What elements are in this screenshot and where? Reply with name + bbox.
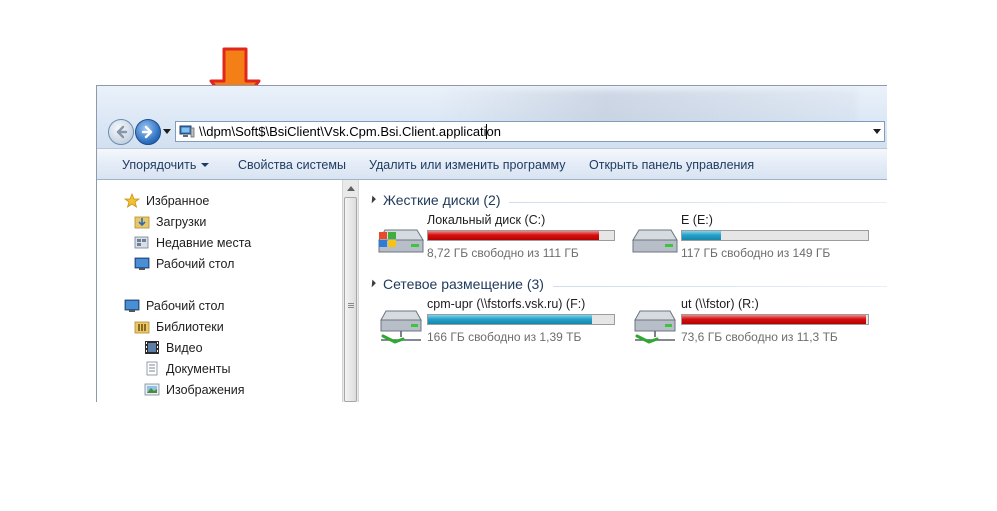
organize-button[interactable]: Упорядочить xyxy=(122,158,210,172)
drive-free-space: 117 ГБ свободно из 149 ГБ xyxy=(681,246,831,260)
drive-usage-bar xyxy=(427,230,615,241)
downloads-folder-icon xyxy=(134,216,150,229)
navigation-pane: Избранное Загрузки Недавние места Рабочи… xyxy=(97,180,342,402)
desktop-icon xyxy=(134,257,150,270)
text-cursor xyxy=(486,124,487,139)
group-divider xyxy=(509,202,887,203)
address-path[interactable]: \\dpm\Soft$\BsiClient\Vsk.Cpm.Bsi.Client… xyxy=(199,124,501,139)
drive-name: ut (\\fstor) (R:) xyxy=(681,297,759,311)
network-drive-icon xyxy=(380,310,422,344)
drive-usage-fill xyxy=(682,231,722,240)
forward-button[interactable] xyxy=(135,119,161,145)
hard-drive-icon xyxy=(632,229,678,253)
open-control-panel-button[interactable]: Открыть панель управления xyxy=(589,158,754,172)
drive-free-space: 8,72 ГБ свободно из 111 ГБ xyxy=(427,246,579,260)
drive-name: E (E:) xyxy=(681,213,713,227)
nav-label: Избранное xyxy=(146,194,210,208)
pictures-icon xyxy=(144,383,160,396)
windows-drive-icon xyxy=(378,229,424,253)
nav-label: Библиотеки xyxy=(156,320,224,334)
drive-item-c[interactable]: Локальный диск (C:) 8,72 ГБ свободно из … xyxy=(375,210,625,262)
recent-places-icon xyxy=(134,236,149,249)
drive-usage-fill xyxy=(682,315,867,324)
drive-name: cpm-upr (\\fstorfs.vsk.ru) (F:) xyxy=(427,297,586,311)
nav-label: Рабочий стол xyxy=(156,257,235,271)
nav-label: Недавние места xyxy=(156,236,252,250)
recent-pages-dropdown[interactable] xyxy=(163,129,171,134)
drive-item-f[interactable]: cpm-upr (\\fstorfs.vsk.ru) (F:) 166 ГБ с… xyxy=(375,294,625,346)
drive-free-space: 166 ГБ свободно из 1,39 ТБ xyxy=(427,330,582,344)
arrow-left-icon xyxy=(116,125,128,139)
nav-label: Рабочий стол xyxy=(146,299,225,313)
chevron-down-icon xyxy=(201,163,210,167)
video-icon xyxy=(145,341,159,354)
group-divider xyxy=(553,286,887,287)
drive-usage-bar xyxy=(681,314,869,325)
nav-label: Документы xyxy=(166,362,231,376)
desktop-icon xyxy=(124,299,140,312)
drive-name: Локальный диск (C:) xyxy=(427,213,546,227)
uninstall-program-button[interactable]: Удалить или изменить программу xyxy=(369,158,566,172)
drive-item-r[interactable]: ut (\\fstor) (R:) 73,6 ГБ свободно из 11… xyxy=(629,294,879,346)
group-title: Сетевое размещение (3) xyxy=(383,276,544,292)
drive-usage-bar xyxy=(681,230,869,241)
group-title: Жесткие диски (2) xyxy=(383,192,501,208)
address-history-dropdown[interactable] xyxy=(873,129,881,134)
scroll-thumb[interactable] xyxy=(344,197,357,402)
organize-label: Упорядочить xyxy=(122,158,197,172)
drive-usage-fill xyxy=(428,315,592,324)
scroll-up-arrow-icon[interactable] xyxy=(347,186,355,191)
content-pane: Жесткие диски (2) Локальный диск (C:) 8,… xyxy=(359,180,887,402)
address-bar[interactable]: \\dpm\Soft$\BsiClient\Vsk.Cpm.Bsi.Client… xyxy=(175,121,885,142)
drive-item-e[interactable]: E (E:) 117 ГБ свободно из 149 ГБ xyxy=(629,210,879,262)
libraries-folder-icon xyxy=(134,321,150,334)
drive-usage-bar xyxy=(427,314,615,325)
nav-label: Загрузки xyxy=(156,215,207,229)
drive-free-space: 73,6 ГБ свободно из 11,3 ТБ xyxy=(681,330,838,344)
title-and-address-area: \\dpm\Soft$\BsiClient\Vsk.Cpm.Bsi.Client… xyxy=(97,86,887,148)
collapse-triangle-icon xyxy=(368,195,376,204)
nav-label: Изображения xyxy=(166,383,245,397)
star-icon xyxy=(124,193,140,208)
system-properties-button[interactable]: Свойства системы xyxy=(238,158,346,172)
drive-usage-fill xyxy=(428,231,600,240)
collapse-triangle-icon xyxy=(368,279,376,288)
explorer-window: \\dpm\Soft$\BsiClient\Vsk.Cpm.Bsi.Client… xyxy=(96,85,887,402)
network-drive-icon xyxy=(634,310,676,344)
computer-icon xyxy=(179,125,195,138)
nav-label: Видео xyxy=(166,341,203,355)
navigation-scrollbar[interactable] xyxy=(342,180,359,402)
back-button[interactable] xyxy=(108,119,134,145)
command-bar: Упорядочить Свойства системы Удалить или… xyxy=(97,148,887,180)
grip-icon xyxy=(348,303,354,309)
documents-icon xyxy=(146,361,158,376)
arrow-right-icon xyxy=(141,125,153,139)
